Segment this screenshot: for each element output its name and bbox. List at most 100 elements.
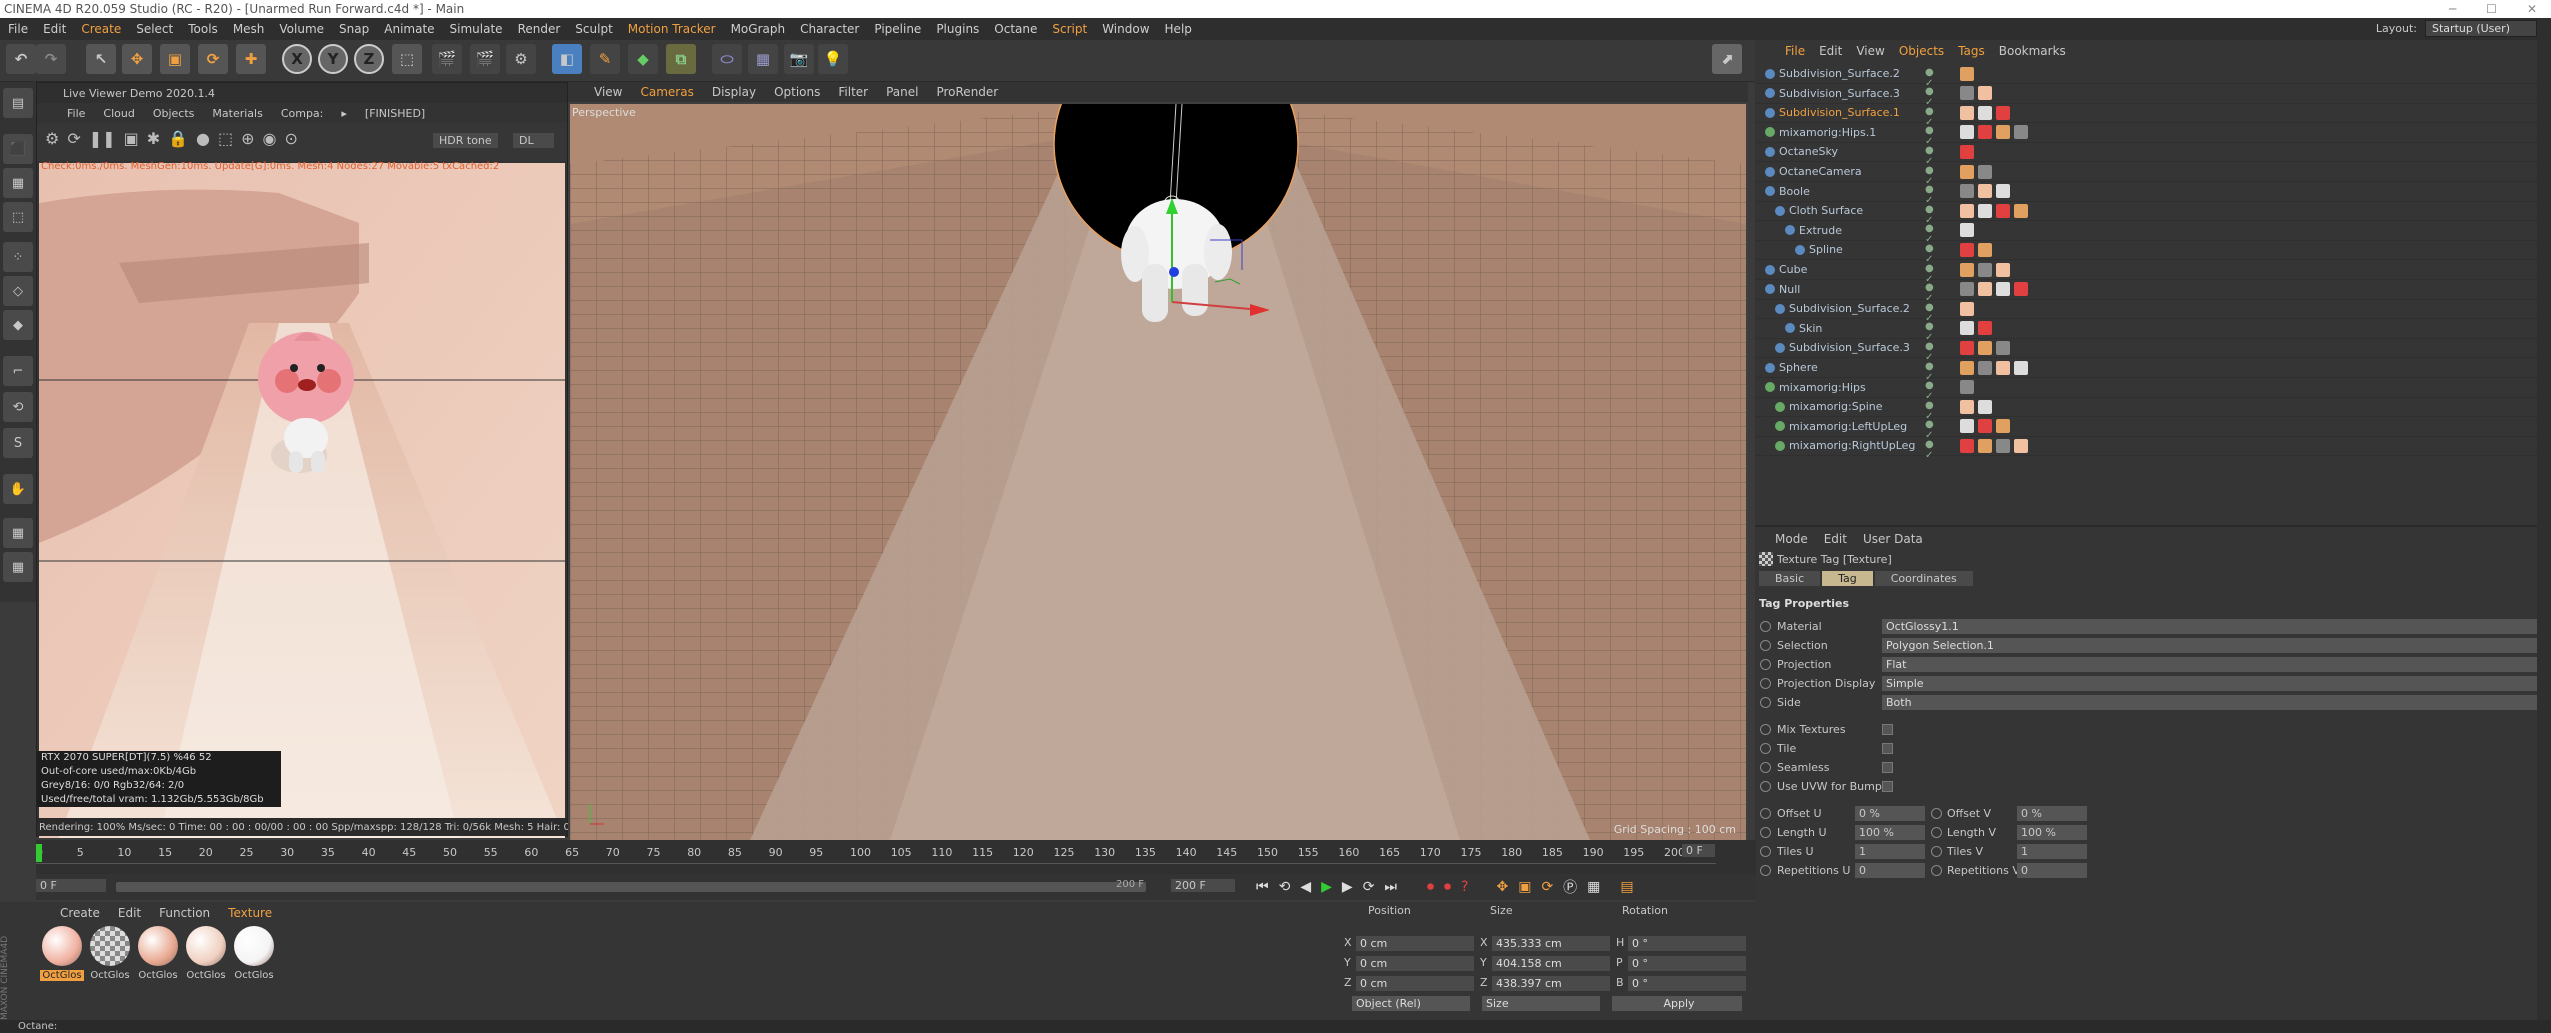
pick-focus-icon[interactable]: ⊕ <box>241 129 254 148</box>
tab-tag[interactable]: Tag <box>1822 571 1873 586</box>
viewport-solo-icon[interactable]: ⬈ <box>1712 44 1742 74</box>
viewport-menu-prorender[interactable]: ProRender <box>936 85 998 99</box>
rotation-field[interactable]: 0 ° <box>1628 956 1746 971</box>
tag-icon[interactable] <box>1960 203 1974 218</box>
apply-button[interactable]: Apply <box>1612 996 1742 1011</box>
object-row[interactable]: mixamorig:Spine ● ✓ <box>1755 397 2551 422</box>
object-name[interactable]: OctaneSky <box>1779 145 1838 158</box>
key-scale-icon[interactable]: ▣ <box>1518 879 1531 895</box>
object-name[interactable]: Cloth Surface <box>1789 204 1863 217</box>
object-name[interactable]: Boole <box>1779 185 1810 198</box>
checkbox[interactable] <box>1882 724 1893 735</box>
om-menu-bookmarks[interactable]: Bookmarks <box>1999 44 2066 58</box>
tag-icon[interactable] <box>1978 438 1992 453</box>
tag-icon[interactable] <box>1978 242 1992 257</box>
kernel-dropdown[interactable]: DL <box>513 133 554 148</box>
tag-icon[interactable] <box>1978 105 1992 120</box>
tag-icon[interactable] <box>2014 203 2028 218</box>
am-menu-item[interactable]: Mode <box>1775 532 1808 546</box>
tag-icon[interactable] <box>1996 419 2010 434</box>
tag-icon[interactable] <box>2014 282 2028 297</box>
tag-icon[interactable] <box>1960 184 1974 199</box>
timeline-ruler[interactable]: 0510152025303540455055606570758085909510… <box>36 844 1716 864</box>
visibility-toggle[interactable]: ● ✓ <box>1925 400 1943 422</box>
object-name[interactable]: mixamorig:Hips <box>1779 381 1866 394</box>
move-tool-icon[interactable]: ✥ <box>122 44 152 74</box>
layout-dropdown[interactable]: Startup (User) <box>2425 20 2537 37</box>
animate-dot-icon[interactable] <box>1760 808 1771 819</box>
y-axis-toggle[interactable]: Y <box>318 44 348 74</box>
tweak-mode-icon[interactable]: ⟲ <box>3 392 33 422</box>
object-name[interactable]: Sphere <box>1779 361 1818 374</box>
visibility-toggle[interactable]: ● ✓ <box>1925 282 1943 304</box>
object-name[interactable]: mixamorig:Hips.1 <box>1779 126 1876 139</box>
visibility-toggle[interactable]: ● ✓ <box>1925 184 1943 206</box>
pen-spline-icon[interactable]: ✎ <box>590 44 620 74</box>
object-row[interactable]: Skin ● ✓ <box>1755 319 2551 343</box>
checkbox[interactable] <box>1882 781 1893 792</box>
tag-icon[interactable] <box>1960 380 1974 395</box>
viewport-menu-view[interactable]: View <box>594 85 622 99</box>
offset-value-2[interactable]: 1 <box>2017 844 2087 859</box>
object-row[interactable]: Cube ● ✓ <box>1755 260 2551 285</box>
scale-tool-icon[interactable]: ▣ <box>160 44 190 74</box>
end-frame-field[interactable]: 200 F <box>1171 879 1235 892</box>
render-settings-icon[interactable]: ⚙ <box>506 44 536 74</box>
tag-icon[interactable] <box>1996 360 2010 375</box>
animate-dot-icon[interactable] <box>1760 827 1771 838</box>
menu-snap[interactable]: Snap <box>339 22 369 36</box>
tag-icon[interactable] <box>1978 399 1992 414</box>
offset-value-1[interactable]: 100 % <box>1855 825 1925 840</box>
points-mode-icon[interactable]: ⁘ <box>3 242 33 272</box>
position-field[interactable]: 0 cm <box>1356 976 1474 991</box>
menu-create[interactable]: Create <box>81 22 121 36</box>
tag-icon[interactable] <box>1960 66 1974 81</box>
viewport-menu-filter[interactable]: Filter <box>838 85 868 99</box>
material-label[interactable]: OctGlos <box>184 970 228 981</box>
coordinate-system-icon[interactable]: ⬚ <box>392 44 422 74</box>
tag-icon[interactable] <box>1978 321 1992 336</box>
light-icon[interactable]: 💡 <box>818 44 848 74</box>
restart-render-icon[interactable]: ⟳ <box>67 129 80 148</box>
tag-icon[interactable] <box>1996 105 2010 120</box>
visibility-toggle[interactable]: ● ✓ <box>1925 243 1943 265</box>
property-value[interactable]: Polygon Selection.1 <box>1882 638 2537 653</box>
tag-icon[interactable] <box>1978 184 1992 199</box>
transform-tool-icon[interactable]: ✚ <box>236 44 266 74</box>
property-value[interactable]: Both <box>1882 695 2537 710</box>
viewport-menu-cameras[interactable]: Cameras <box>640 85 693 99</box>
tab-basic[interactable]: Basic <box>1759 571 1821 586</box>
property-value[interactable]: Flat <box>1882 657 2537 672</box>
om-menu-edit[interactable]: Edit <box>1819 44 1842 58</box>
position-field[interactable]: 0 cm <box>1356 936 1474 951</box>
pick-icon[interactable]: ⊙ <box>284 129 297 148</box>
object-name[interactable]: Cube <box>1779 263 1807 276</box>
om-menu-tags[interactable]: Tags <box>1958 44 1985 58</box>
offset-value-2[interactable]: 0 <box>2017 863 2087 878</box>
next-frame-icon[interactable]: ▶ <box>1342 879 1353 895</box>
menu-sculpt[interactable]: Sculpt <box>575 22 612 36</box>
material-label[interactable]: OctGlos <box>40 970 84 981</box>
animate-dot-icon[interactable] <box>1760 743 1771 754</box>
tag-icon[interactable] <box>1960 340 1974 355</box>
minimize-icon[interactable]: ─ <box>2449 2 2456 16</box>
tag-icon[interactable] <box>1960 438 1974 453</box>
tag-icon[interactable] <box>1996 125 2010 140</box>
visibility-toggle[interactable]: ● ✓ <box>1925 145 1943 167</box>
next-key-icon[interactable]: ⟳ <box>1363 879 1375 895</box>
tag-icon[interactable] <box>1996 262 2010 277</box>
lv-menu-item[interactable]: ▸ <box>341 107 347 120</box>
pause-render-icon[interactable]: ❚❚ <box>89 129 116 148</box>
checkbox[interactable] <box>1882 743 1893 754</box>
lv-menu-item[interactable]: [FINISHED] <box>365 107 425 120</box>
object-row[interactable]: Spline ● ✓ <box>1755 240 2551 265</box>
object-name[interactable]: OctaneCamera <box>1779 165 1862 178</box>
animate-dot-icon[interactable] <box>1760 659 1771 670</box>
menu-select[interactable]: Select <box>136 22 173 36</box>
visibility-toggle[interactable]: ● ✓ <box>1925 419 1943 441</box>
pick-material-icon[interactable]: ◉ <box>263 129 277 148</box>
material-label[interactable]: OctGlos <box>232 970 276 981</box>
edges-mode-icon[interactable]: ◇ <box>3 276 33 306</box>
animate-dot-icon[interactable] <box>1760 621 1771 632</box>
array-icon[interactable]: ⧉ <box>666 44 696 74</box>
